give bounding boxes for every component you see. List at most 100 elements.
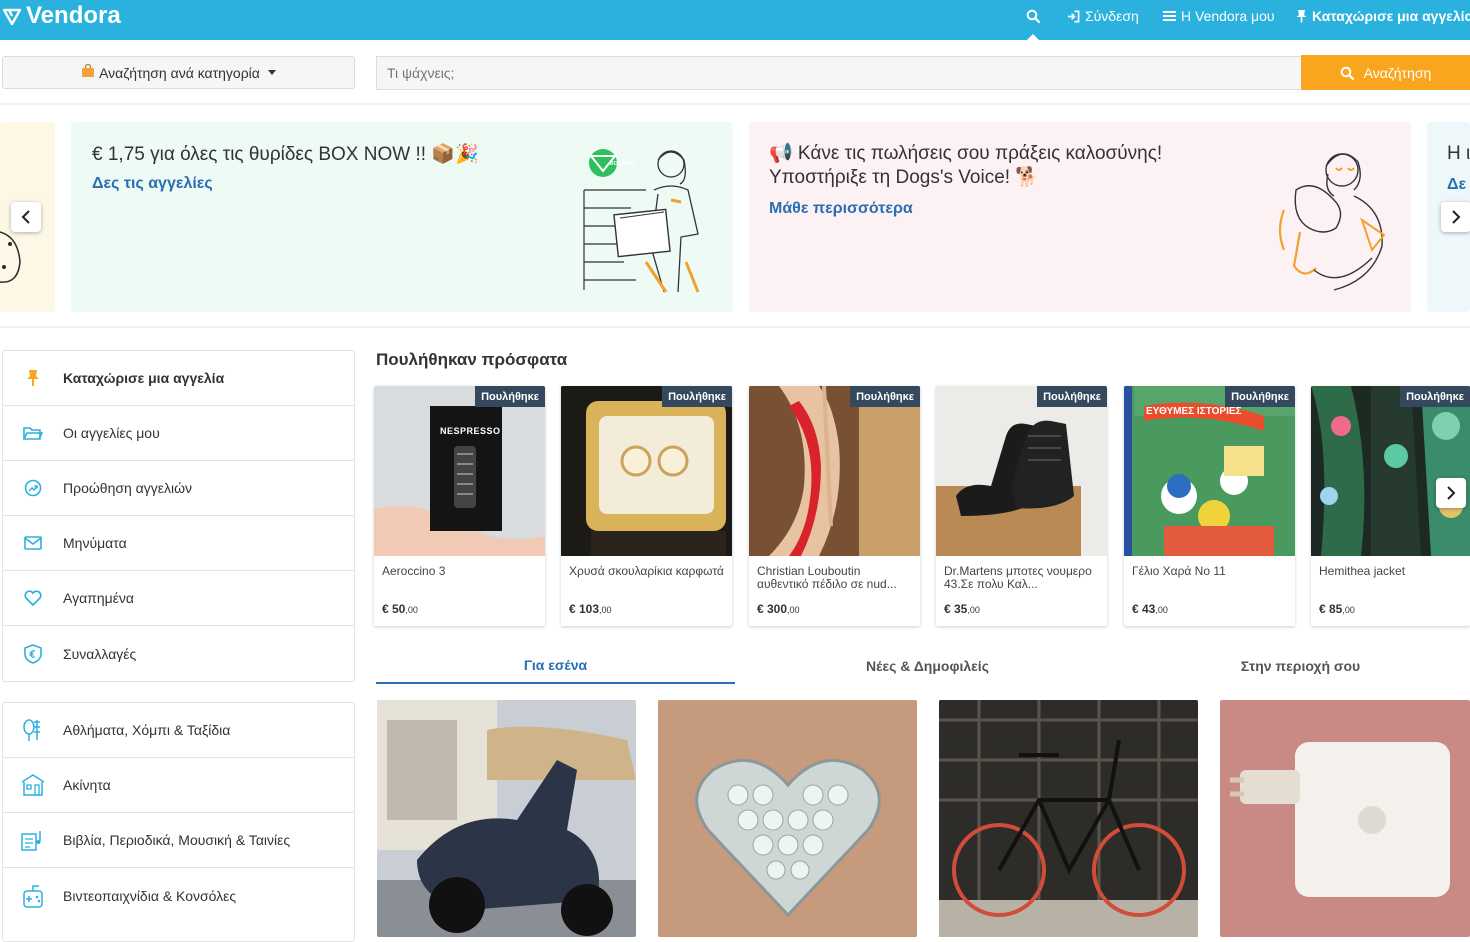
sold-item-title: Christian Louboutin αυθεντικό πέδιλο σε … (757, 565, 897, 591)
sold-item-title: Γέλιο Χαρά Νο 11 (1132, 565, 1226, 578)
delivery-illustration: BOX NOW (583, 149, 700, 293)
category-search-dropdown[interactable]: Αναζήτηση ανά κατηγορία (2, 56, 355, 89)
sold-badge: Πουλήθηκε (475, 386, 545, 407)
sold-item-image (749, 386, 920, 556)
banner-title-line2: Υποστήριξε τη Dogs's Voice! 🐕 (769, 167, 1039, 188)
category-label: Αθλήματα, Χόμπι & Ταξίδια (63, 722, 231, 738)
sold-item-card[interactable]: Πουλήθηκε Χρυσά σκουλαρίκια καρφωτά € 10… (561, 386, 732, 626)
logo-text: Vendora (26, 2, 121, 29)
heart-icon (3, 590, 63, 606)
sidebar-item-promote[interactable]: Προώθηση αγγελιών (3, 461, 354, 516)
sold-item-image (1311, 386, 1470, 556)
search-button-label: Αναζήτηση (1363, 64, 1432, 81)
boxnow-badge: BOX NOW (610, 161, 635, 167)
sold-item-title: Dr.Martens μποτες νουμερο 43.Σε πολυ Καλ… (944, 565, 1092, 591)
chevron-right-icon (1447, 486, 1456, 500)
account-menu: Καταχώρισε μια αγγελία Οι αγγελίες μου Π… (2, 350, 355, 682)
my-vendora-label: Η Vendora μου (1181, 8, 1275, 24)
chevron-left-icon (21, 210, 30, 224)
divider (0, 326, 1470, 328)
sign-in-icon (1067, 10, 1080, 22)
sold-item-card[interactable]: NESPRESSO Πουλήθηκε Aeroccino 3 € 50,00 (374, 386, 545, 626)
login-link[interactable]: Σύνδεση (1067, 0, 1139, 32)
sidebar-item-transactions[interactable]: Συναλλαγές (3, 626, 354, 681)
category-label: Βιβλία, Περιοδικά, Μουσική & Ταινίες (63, 832, 291, 848)
sold-item-image: ΕΥΘΥΜΕΣ ΙΣΤΟΡΙΕΣ (1124, 386, 1295, 556)
carousel-prev-button[interactable] (11, 202, 41, 232)
search-active-caret (1027, 34, 1039, 40)
feed-listing-card[interactable] (658, 700, 917, 937)
banner-dogs-voice[interactable]: 📢 Κάνε τις πωλήσεις σου πράξεις καλοσύνη… (749, 122, 1411, 312)
sidebar-item-post-ad[interactable]: Καταχώρισε μια αγγελία (3, 351, 354, 406)
category-item-videogames[interactable]: Βιντεοπαιχνίδια & Κονσόλες (3, 868, 354, 923)
vendora-logo-icon (2, 8, 22, 26)
promote-icon (3, 479, 63, 497)
sidebar-item-label: Καταχώρισε μια αγγελία (63, 370, 225, 386)
folder-icon (3, 425, 63, 441)
sold-item-title: Χρυσά σκουλαρίκια καρφωτά (569, 565, 724, 578)
sold-item-price: € 300,00 (757, 602, 800, 616)
sidebar-item-my-ads[interactable]: Οι αγγελίες μου (3, 406, 354, 461)
sold-item-price: € 35,00 (944, 602, 980, 616)
sports-icon (3, 718, 63, 742)
search-icon (1340, 66, 1354, 80)
sidebar-item-label: Συναλλαγές (63, 645, 137, 662)
tab-new-popular[interactable]: Νέες & Δημοφιλείς (748, 648, 1107, 684)
vendora-logo[interactable]: Vendora (2, 2, 121, 30)
sold-badge: Πουλήθηκε (1400, 386, 1470, 407)
banner-link[interactable]: Μάθε περισσότερα (769, 200, 913, 218)
product-brand-text: NESPRESSO (440, 426, 501, 436)
post-ad-link[interactable]: Καταχώρισε μια αγγελία (1296, 0, 1470, 32)
category-item-books-music[interactable]: Βιβλία, Περιοδικά, Μουσική & Ταινίες (3, 813, 354, 868)
sold-item-image: NESPRESSO (374, 386, 545, 556)
recently-sold-title: Πουλήθηκαν πρόσφατα (376, 350, 568, 369)
banner-title: Η ι (1447, 143, 1470, 164)
books-music-icon (3, 829, 63, 851)
sold-item-card[interactable]: Πουλήθηκε Christian Louboutin αυθεντικό … (749, 386, 920, 626)
sold-item-image (936, 386, 1107, 556)
shopping-bag-icon (81, 63, 95, 81)
building-icon (3, 774, 63, 796)
banner-link[interactable]: Δες τις αγγελίες (92, 175, 213, 193)
tab-nearby[interactable]: Στην περιοχή σου (1121, 648, 1470, 684)
feed-listing-card[interactable] (939, 700, 1198, 937)
sold-carousel-next-button[interactable] (1436, 478, 1466, 508)
sold-item-price: € 103,00 (569, 602, 612, 616)
sold-item-price: € 50,00 (382, 602, 418, 616)
category-search-label: Αναζήτηση ανά κατηγορία (99, 64, 260, 81)
search-input[interactable] (376, 56, 1301, 90)
sidebar-item-messages[interactable]: Μηνύματα (3, 516, 354, 571)
search-button[interactable]: Αναζήτηση (1301, 55, 1470, 90)
sold-item-price: € 85,00 (1319, 602, 1355, 616)
sold-item-card[interactable]: ΕΥΘΥΜΕΣ ΙΣΤΟΡΙΕΣ Πουλήθηκε Γέλιο Χαρά Νο… (1124, 386, 1295, 626)
pin-icon (3, 369, 63, 387)
login-label: Σύνδεση (1085, 8, 1139, 24)
sidebar-item-favorites[interactable]: Αγαπημένα (3, 571, 354, 626)
sidebar-item-label: Μηνύματα (63, 535, 127, 551)
listing-image (939, 700, 1198, 937)
top-navbar: Vendora Σύνδεση Η Vendora μου Καταχώρισε… (0, 0, 1470, 40)
carousel-next-button[interactable] (1441, 202, 1470, 232)
feed-listing-card[interactable] (377, 700, 636, 937)
comic-title-text: ΕΥΘΥΜΕΣ ΙΣΤΟΡΙΕΣ (1146, 406, 1242, 417)
sold-item-price: € 43,00 (1132, 602, 1168, 616)
category-item-real-estate[interactable]: Ακίνητα (3, 758, 354, 813)
pin-icon (1296, 10, 1307, 23)
my-vendora-link[interactable]: Η Vendora μου (1163, 0, 1275, 32)
sold-item-title: Aeroccino 3 (382, 565, 446, 578)
banner-title-line1: 📢 Κάνε τις πωλήσεις σου πράξεις καλοσύνη… (769, 143, 1163, 164)
search-toggle-button[interactable] (1026, 0, 1045, 32)
feed-listing-card[interactable] (1220, 700, 1470, 937)
sold-badge: Πουλήθηκε (850, 386, 920, 407)
sold-item-image (561, 386, 732, 556)
listing-image (658, 700, 917, 937)
category-item-sports[interactable]: Αθλήματα, Χόμπι & Ταξίδια (3, 703, 354, 758)
category-label: Βιντεοπαιχνίδια & Κονσόλες (63, 887, 237, 904)
mail-icon (3, 536, 63, 550)
sold-item-card[interactable]: Πουλήθηκε Dr.Martens μποτες νουμερο 43.Σ… (936, 386, 1107, 626)
sold-badge: Πουλήθηκε (1225, 386, 1295, 407)
listing-image (1220, 700, 1470, 937)
banner-boxnow[interactable]: € 1,75 για όλες τις θυρίδες BOX NOW !! 📦… (71, 122, 733, 312)
tab-for-you[interactable]: Για εσένα (376, 648, 735, 684)
menu-icon (1163, 11, 1176, 21)
